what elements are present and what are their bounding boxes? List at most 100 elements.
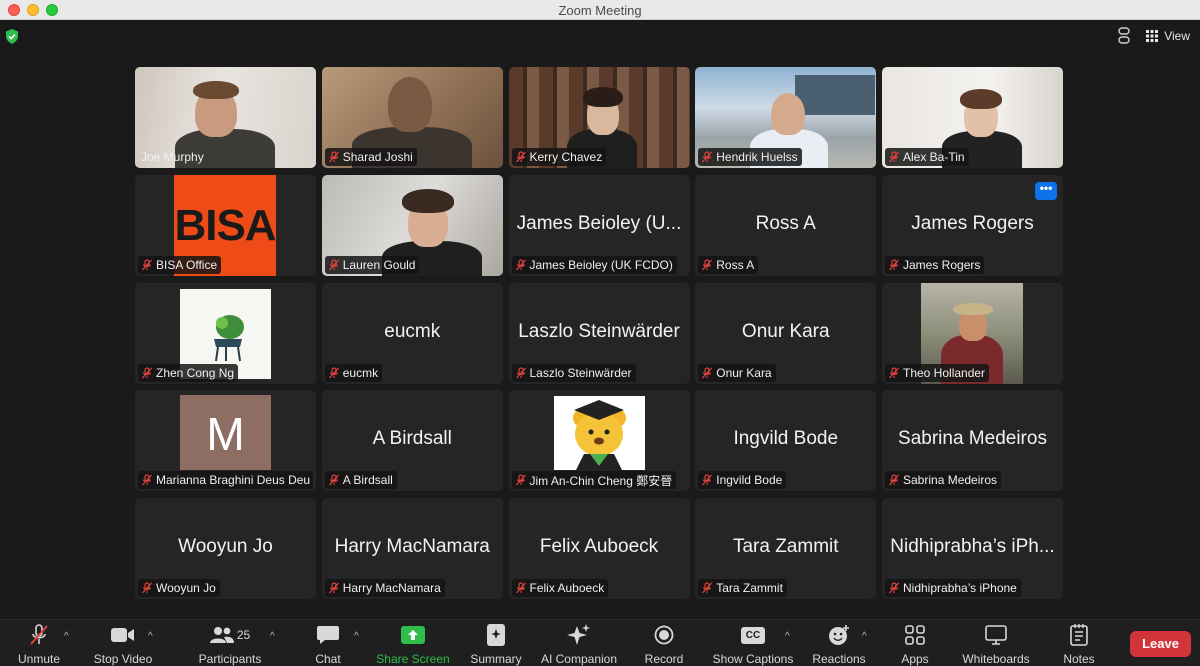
participant-tile[interactable]: Jim An-Chin Cheng 鄭安晉 [508, 390, 690, 492]
unmute-label: Unmute [17, 652, 61, 666]
share-screen-label: Share Screen [376, 652, 450, 666]
muted-microphone-icon [702, 259, 713, 271]
recording-status-icon[interactable] [1116, 27, 1132, 45]
muted-microphone-icon [328, 366, 339, 378]
show-captions-button[interactable]: CC Show Captions [710, 624, 796, 666]
muted-microphone-icon [889, 582, 899, 594]
participant-tile[interactable]: Felix Auboeck Felix Auboeck [508, 498, 690, 599]
share-screen-button[interactable]: Share Screen [376, 624, 450, 666]
summary-button[interactable]: Summary [468, 624, 524, 666]
leave-meeting-button[interactable]: Leave [1130, 631, 1191, 657]
muted-microphone-icon [328, 259, 339, 271]
whiteboards-button[interactable]: Whiteboards [958, 624, 1034, 666]
captions-options-chevron-icon[interactable]: ^ [785, 631, 793, 642]
participant-tile[interactable]: Alex Ba-Tin [882, 67, 1063, 168]
muted-microphone-icon [702, 474, 713, 486]
participant-tile[interactable]: Kerry Chavez [508, 67, 690, 168]
more-options-button[interactable]: ••• [1035, 181, 1057, 200]
participant-display-name: A Birdsall [372, 428, 452, 450]
participants-options-chevron-icon[interactable]: ^ [270, 631, 278, 642]
reactions-label: Reactions [812, 652, 866, 666]
grid-view-icon [1146, 30, 1159, 42]
participant-name: Alex Ba-Tin [903, 150, 965, 164]
security-shield-icon[interactable] [5, 29, 19, 44]
participant-tile[interactable]: Lauren Gould [321, 174, 503, 276]
participant-name-label: Joe Murphy [138, 148, 208, 166]
muted-microphone-icon [515, 474, 526, 486]
participant-tile[interactable]: Sabrina Medeiros Sabrina Medeiros [882, 390, 1063, 492]
chat-button[interactable]: Chat [312, 624, 344, 666]
participant-tile[interactable]: Wooyun Jo Wooyun Jo [135, 498, 316, 599]
summary-label: Summary [470, 652, 522, 666]
participant-tile[interactable]: Harry MacNamara Harry MacNamara [321, 498, 503, 599]
participant-tile[interactable]: Nidhiprabha’s iPh... Nidhiprabha’s iPhon… [882, 498, 1063, 599]
participant-display-name: Laszlo Steinwärder [518, 320, 680, 342]
participant-name-label: Marianna Braghini Deus Deu [138, 471, 313, 490]
participant-display-name: Felix Auboeck [539, 536, 659, 557]
participant-name: Felix Auboeck [529, 581, 605, 595]
ai-companion-button[interactable]: AI Companion [540, 624, 618, 666]
participant-name: Ingvild Bode [716, 473, 783, 488]
participant-tile[interactable]: Ross A Ross A [695, 174, 877, 276]
muted-microphone-icon [515, 366, 526, 378]
participant-tile[interactable]: ••• James Rogers James Rogers [882, 174, 1063, 276]
participant-display-name: James Beioley (U... [516, 212, 682, 234]
participant-name-label: James Beioley (UK FCDO) [511, 255, 677, 274]
participant-name-label: Alex Ba-Tin [885, 148, 969, 166]
participant-tile[interactable]: Zhen Cong Ng [135, 282, 316, 384]
participant-avatar: M [180, 395, 271, 471]
unmute-button[interactable]: Unmute [14, 624, 64, 666]
participant-name-label: James Rogers [885, 255, 985, 274]
participant-tile[interactable]: Sharad Joshi [321, 67, 503, 168]
muted-microphone-icon [889, 151, 899, 163]
chat-options-chevron-icon[interactable]: ^ [354, 631, 362, 642]
participants-button[interactable]: 25 Participants [196, 624, 264, 666]
view-label: View [1164, 29, 1190, 43]
participant-tile[interactable]: BISA BISA Office [135, 174, 316, 276]
participant-name: Sabrina Medeiros [903, 473, 998, 488]
participant-tile[interactable]: Theo Hollander [882, 282, 1063, 384]
muted-microphone-icon [328, 582, 339, 594]
participant-tile[interactable]: James Beioley (U... James Beioley (UK FC… [508, 174, 690, 276]
meeting-controls-toolbar: Unmute ^ Stop Video ^ 25 Participants ^ … [0, 619, 1200, 666]
muted-microphone-icon [702, 582, 713, 594]
participant-tile[interactable]: Ingvild Bode Ingvild Bode [695, 390, 877, 492]
participant-tile[interactable]: Laszlo Steinwärder Laszlo Steinwärder [508, 282, 690, 384]
notes-button[interactable]: Notes [1060, 624, 1098, 666]
muted-microphone-icon [142, 474, 152, 486]
participant-name: A Birdsall [342, 473, 393, 488]
record-button[interactable]: Record [642, 624, 686, 666]
participant-tile[interactable]: A Birdsall A Birdsall [321, 390, 503, 492]
reactions-options-chevron-icon[interactable]: ^ [862, 631, 870, 642]
audio-options-chevron-icon[interactable]: ^ [64, 631, 72, 642]
muted-microphone-icon [889, 366, 899, 378]
participant-name-label: Harry MacNamara [324, 579, 445, 597]
participant-tile[interactable]: Hendrik Huelss [695, 67, 877, 168]
video-options-chevron-icon[interactable]: ^ [148, 631, 156, 642]
participant-name: eucmk [342, 365, 379, 380]
participant-name: James Beioley (UK FCDO) [529, 257, 673, 272]
participant-display-name: Sabrina Medeiros [898, 428, 1047, 450]
stop-video-button[interactable]: Stop Video [92, 624, 154, 666]
chat-bubble-icon [317, 626, 339, 644]
participant-name: Onur Kara [716, 365, 772, 380]
participant-tile[interactable]: M Marianna Braghini Deus Deu [135, 390, 316, 492]
participant-name-label: Jim An-Chin Cheng 鄭安晉 [511, 471, 677, 490]
participant-tile[interactable]: Tara Zammit Tara Zammit [695, 498, 877, 599]
participant-name: Zhen Cong Ng [156, 365, 235, 380]
participants-label: Participants [198, 652, 262, 666]
participant-display-name: Wooyun Jo [178, 536, 273, 557]
participant-name: Sharad Joshi [342, 150, 413, 164]
participant-tile[interactable]: eucmk eucmk [321, 282, 503, 384]
whiteboard-icon [985, 625, 1007, 645]
participant-tile[interactable]: Joe Murphy [135, 67, 316, 168]
reactions-button[interactable]: Reactions [810, 624, 868, 666]
apps-label: Apps [901, 652, 929, 666]
view-button[interactable]: View [1146, 29, 1190, 43]
notes-icon [1070, 624, 1088, 646]
participant-name-label: Kerry Chavez [511, 148, 607, 166]
participant-name: BISA Office [156, 257, 218, 272]
participant-name: Joe Murphy [141, 150, 204, 164]
apps-button[interactable]: Apps [897, 624, 933, 666]
participant-tile[interactable]: Onur Kara Onur Kara [695, 282, 877, 384]
